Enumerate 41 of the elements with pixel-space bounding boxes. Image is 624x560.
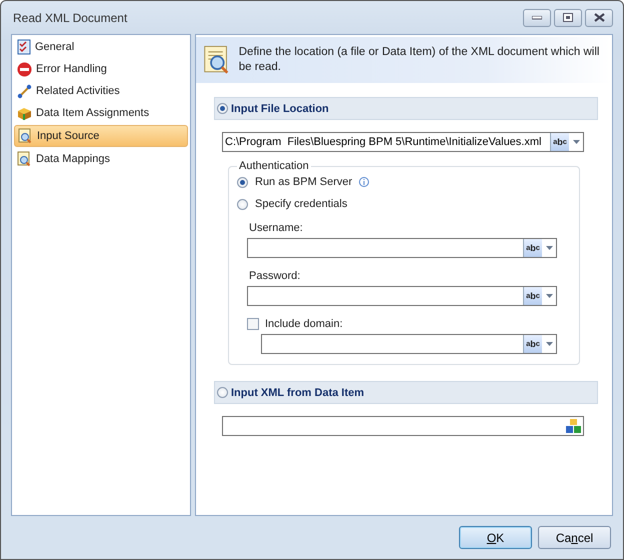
- link-icon: [17, 84, 32, 98]
- radio-label: Run as BPM Server: [255, 176, 352, 188]
- header-text: Define the location (a file or Data Item) of the XML document which will be read.: [238, 45, 600, 75]
- document-search-icon: [17, 151, 32, 167]
- maximize-button[interactable]: [554, 8, 582, 26]
- sidebar-item[interactable]: Input Source: [14, 125, 188, 147]
- section-title: Input File Location: [231, 102, 329, 114]
- radio-button[interactable]: [217, 387, 228, 398]
- minimize-button[interactable]: [523, 8, 551, 26]
- dialog-button[interactable]: OK: [459, 526, 532, 549]
- sidebar-item[interactable]: Data Mappings: [14, 149, 188, 169]
- caret-icon[interactable]: [546, 342, 552, 346]
- close-button[interactable]: [585, 8, 613, 26]
- section-title: Input XML from Data Item: [231, 386, 364, 398]
- box-icon: [17, 106, 32, 120]
- caret-icon[interactable]: [546, 294, 552, 298]
- radio-label: Specify credentials: [255, 198, 348, 210]
- radio-button[interactable]: [217, 103, 228, 114]
- caret-icon[interactable]: [572, 140, 580, 144]
- radio-button[interactable]: [237, 176, 248, 188]
- sidebar-item[interactable]: General: [14, 37, 188, 57]
- sidebar-item[interactable]: Data Item Assignments: [14, 103, 188, 123]
- checkbox[interactable]: [247, 318, 259, 330]
- window-title: Read XML Document: [13, 10, 128, 24]
- stop-icon: [17, 62, 32, 76]
- radio-button[interactable]: [237, 198, 248, 210]
- maximize-icon: [563, 13, 573, 22]
- cubes-icon[interactable]: [565, 418, 583, 434]
- checkbox-label: Include domain:: [265, 318, 343, 330]
- data-item-field[interactable]: [222, 416, 584, 436]
- dialog-button[interactable]: Cancel: [538, 526, 611, 549]
- caret-icon[interactable]: [546, 246, 552, 250]
- field-label: Username:: [249, 222, 304, 234]
- sidebar-item[interactable]: Related Activities: [14, 81, 188, 101]
- field-label: Password:: [249, 270, 302, 282]
- close-icon: [594, 13, 604, 22]
- group-title: Authentication: [238, 160, 310, 172]
- sidebar-item[interactable]: Error Handling: [14, 59, 188, 79]
- checklist-icon: [17, 39, 31, 55]
- document-search-icon: [18, 128, 33, 144]
- minimize-icon: [532, 16, 542, 20]
